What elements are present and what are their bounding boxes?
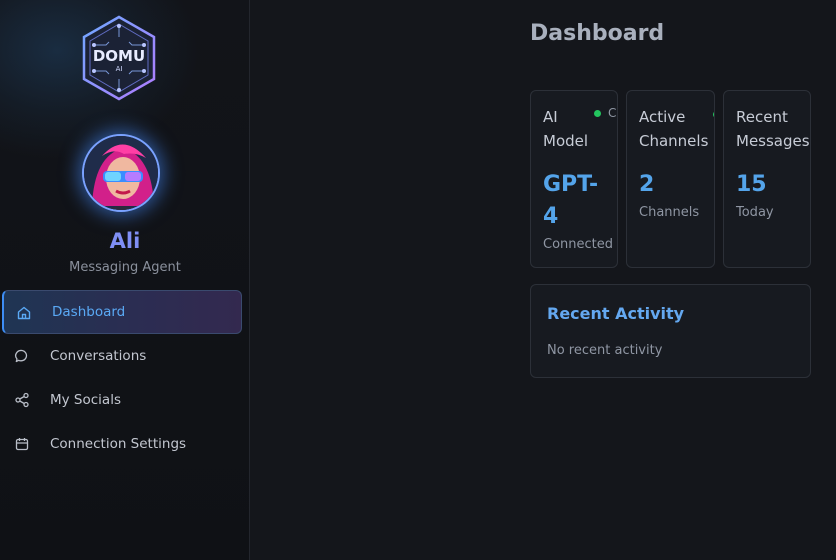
stat-subtext: Today xyxy=(736,205,774,220)
stat-value-line: GPT- xyxy=(543,172,599,197)
sidebar-item-dashboard[interactable]: Dashboard xyxy=(2,290,242,334)
stat-label: Recent Messages xyxy=(736,105,810,153)
logo-text: DOMU xyxy=(93,47,145,65)
user-name: Ali xyxy=(109,229,141,253)
sidebar-item-label: Dashboard xyxy=(52,304,126,320)
logo-subtext: AI xyxy=(116,65,123,73)
stat-card-ai-model[interactable]: AI Model C GPT- 4 Connected xyxy=(530,90,618,268)
sidebar-item-connection-settings[interactable]: Connection Settings xyxy=(2,422,242,466)
stat-label: AI Model xyxy=(543,105,588,153)
stat-label-line: Active xyxy=(639,108,686,126)
home-icon xyxy=(16,305,32,321)
stat-label-line: Channels xyxy=(639,132,709,150)
stat-subtext: Channels xyxy=(639,205,700,220)
share-icon xyxy=(14,392,30,408)
recent-activity-card: Recent Activity No recent activity xyxy=(530,284,811,378)
user-role: Messaging Agent xyxy=(69,260,181,275)
stat-value: 2 xyxy=(639,172,655,197)
stat-value: GPT- 4 xyxy=(543,169,598,233)
stat-card-recent-messages[interactable]: Recent Messages 15 Today xyxy=(723,90,811,268)
avatar[interactable] xyxy=(82,134,160,212)
sidebar-item-my-socials[interactable]: My Socials xyxy=(2,378,242,422)
sidebar-item-label: My Socials xyxy=(50,392,121,408)
sidebar: DOMU AI Ali Messaging Agent Dashboard Co… xyxy=(0,0,250,560)
avatar-illustration xyxy=(84,136,158,210)
stat-label-line: Model xyxy=(543,132,589,150)
app-window: DOMU AI Ali Messaging Agent Dashboard Co… xyxy=(0,0,836,560)
stat-value: 15 xyxy=(736,172,767,197)
recent-activity-title: Recent Activity xyxy=(547,304,685,323)
stat-label: Active Channels xyxy=(639,105,708,153)
stat-value-line: 4 xyxy=(543,204,559,229)
stat-label-line: AI xyxy=(543,108,558,126)
status-dot xyxy=(594,110,601,117)
chat-bubble-icon xyxy=(14,348,30,364)
calendar-icon xyxy=(14,436,30,452)
domu-ai-logo[interactable]: DOMU AI xyxy=(80,15,158,101)
status-dot xyxy=(713,111,714,118)
status-text: C xyxy=(608,106,617,120)
stat-label-line: Recent xyxy=(736,108,788,126)
sidebar-item-label: Conversations xyxy=(50,348,147,364)
sidebar-nav: Dashboard Conversations My Socials Conne… xyxy=(2,290,242,466)
sidebar-item-conversations[interactable]: Conversations xyxy=(2,334,242,378)
stat-subtext: Connected xyxy=(543,237,614,252)
main-content: Dashboard AI Model C GPT- 4 Connected Ac… xyxy=(250,0,836,560)
sidebar-item-label: Connection Settings xyxy=(50,436,187,452)
page-title: Dashboard xyxy=(530,21,665,46)
recent-activity-empty-text: No recent activity xyxy=(547,343,663,358)
stat-card-active-channels[interactable]: Active Channels 2 Channels xyxy=(626,90,715,268)
stat-label-line: Messages xyxy=(736,132,810,150)
